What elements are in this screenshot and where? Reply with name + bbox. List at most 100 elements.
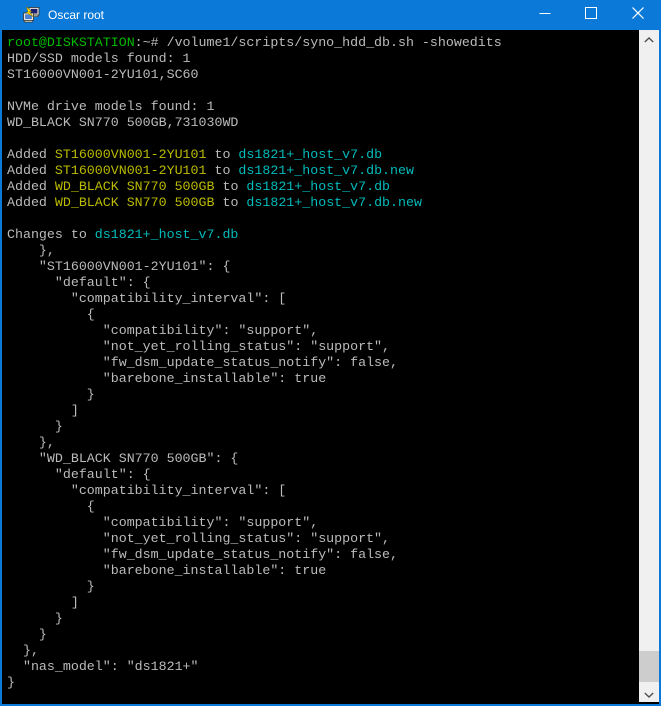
terminal-line: "WD_BLACK SN770 500GB": {	[7, 451, 639, 467]
terminal-text-segment: "compatibility_interval": [	[7, 291, 286, 306]
putty-terminal-icon[interactable]	[22, 6, 40, 24]
terminal-output[interactable]: root@DISKSTATION:~# /volume1/scripts/syn…	[2, 30, 639, 702]
terminal-line: "nas_model": "ds1821+"	[7, 659, 639, 675]
terminal-line: root@DISKSTATION:~# /volume1/scripts/syn…	[7, 35, 639, 51]
terminal-line: Added ST16000VN001-2YU101 to ds1821+_hos…	[7, 163, 639, 179]
terminal-text-segment: "ST16000VN001-2YU101": {	[7, 259, 230, 274]
terminal-line: },	[7, 643, 639, 659]
terminal-text-segment: "compatibility": "support",	[7, 323, 318, 338]
terminal-text-segment: WD_BLACK SN770 500GB	[55, 195, 215, 210]
terminal-text-segment: NVMe drive models found: 1	[7, 99, 214, 114]
terminal-text-segment: ST16000VN001-2YU101	[55, 147, 207, 162]
terminal-text-segment: },	[7, 243, 55, 258]
terminal-text-segment: ds1821+_host_v7.db.new	[238, 163, 414, 178]
terminal-line: "default": {	[7, 275, 639, 291]
terminal-text-segment: "fw_dsm_update_status_notify": false,	[7, 547, 398, 562]
scrollbar-thumb[interactable]	[639, 651, 659, 682]
chevron-down-icon	[644, 685, 654, 703]
terminal-text-segment: ST16000VN001-2YU101	[55, 163, 207, 178]
minimize-icon	[539, 6, 551, 24]
close-icon	[632, 6, 644, 24]
terminal-line: }	[7, 579, 639, 595]
terminal-text-segment: Added	[7, 195, 55, 210]
maximize-button[interactable]	[568, 0, 615, 30]
terminal-text-segment: "default": {	[7, 275, 151, 290]
chevron-up-icon	[644, 30, 654, 48]
minimize-button[interactable]	[522, 0, 569, 30]
maximize-icon	[585, 6, 597, 24]
terminal-text-segment: }	[7, 627, 47, 642]
terminal-text-segment: "barebone_installable": true	[7, 563, 326, 578]
terminal-line: }	[7, 387, 639, 403]
terminal-line: "not_yet_rolling_status": "support",	[7, 531, 639, 547]
terminal-text-segment: ds1821+_host_v7.db	[95, 227, 239, 242]
terminal-text-segment: "barebone_installable": true	[7, 371, 326, 386]
terminal-text-segment: "fw_dsm_update_status_notify": false,	[7, 355, 398, 370]
terminal-line: },	[7, 435, 639, 451]
terminal-text-segment: },	[7, 435, 55, 450]
terminal-line: }	[7, 627, 639, 643]
terminal-text-segment: ds1821+_host_v7.db.new	[246, 195, 422, 210]
terminal-text-segment: HDD/SSD models found: 1	[7, 51, 191, 66]
terminal-line: Added ST16000VN001-2YU101 to ds1821+_hos…	[7, 147, 639, 163]
terminal-text-segment: root@DISKSTATION	[7, 35, 135, 50]
terminal-text-segment: to	[214, 195, 246, 210]
terminal-line: "not_yet_rolling_status": "support",	[7, 339, 639, 355]
terminal-line: "compatibility": "support",	[7, 515, 639, 531]
terminal-line: "compatibility_interval": [	[7, 483, 639, 499]
terminal-line	[7, 83, 639, 99]
terminal-line: "barebone_installable": true	[7, 371, 639, 387]
terminal-text-segment: "not_yet_rolling_status": "support",	[7, 339, 390, 354]
terminal-text-segment: }	[7, 387, 95, 402]
terminal-text-segment: }	[7, 675, 15, 690]
terminal-line: {	[7, 307, 639, 323]
terminal-line: "compatibility": "support",	[7, 323, 639, 339]
scrollbar[interactable]	[639, 30, 659, 702]
terminal-text-segment: WD_BLACK SN770 500GB,731030WD	[7, 115, 238, 130]
window-title: Oscar root	[48, 8, 522, 22]
terminal-text-segment: "compatibility": "support",	[7, 515, 318, 530]
terminal-line: }	[7, 611, 639, 627]
terminal-text-segment: "compatibility_interval": [	[7, 483, 286, 498]
caption-buttons	[522, 0, 661, 30]
title-bar[interactable]: Oscar root	[0, 0, 661, 30]
terminal-line	[7, 211, 639, 227]
scroll-up-button[interactable]	[639, 30, 659, 47]
terminal-line: Added WD_BLACK SN770 500GB to ds1821+_ho…	[7, 179, 639, 195]
terminal-text-segment: }	[7, 611, 63, 626]
scrollbar-track[interactable]	[639, 47, 659, 685]
terminal-line: }	[7, 675, 639, 691]
terminal-text-segment: Added	[7, 179, 55, 194]
terminal-text-segment: ds1821+_host_v7.db	[238, 147, 382, 162]
scroll-down-button[interactable]	[639, 685, 659, 702]
terminal-line: Added WD_BLACK SN770 500GB to ds1821+_ho…	[7, 195, 639, 211]
terminal-line	[7, 131, 639, 147]
terminal-text-segment: to	[207, 147, 239, 162]
terminal-text-segment: "WD_BLACK SN770 500GB": {	[7, 451, 238, 466]
terminal-line: }	[7, 419, 639, 435]
terminal-line: WD_BLACK SN770 500GB,731030WD	[7, 115, 639, 131]
terminal-text-segment: WD_BLACK SN770 500GB	[55, 179, 215, 194]
terminal-text-segment: "nas_model": "ds1821+"	[7, 659, 199, 674]
terminal-line: NVMe drive models found: 1	[7, 99, 639, 115]
terminal-line: "ST16000VN001-2YU101": {	[7, 259, 639, 275]
terminal-line: ]	[7, 403, 639, 419]
terminal-text-segment: to	[214, 179, 246, 194]
terminal-line: "barebone_installable": true	[7, 563, 639, 579]
terminal-text-segment: to	[207, 163, 239, 178]
terminal-text-segment: Added	[7, 147, 55, 162]
terminal-line: "compatibility_interval": [	[7, 291, 639, 307]
terminal-text-segment: ST16000VN001-2YU101,SC60	[7, 67, 199, 82]
window-client-area: root@DISKSTATION:~# /volume1/scripts/syn…	[2, 30, 659, 702]
terminal-text-segment: },	[7, 643, 39, 658]
terminal-line: Changes to ds1821+_host_v7.db	[7, 227, 639, 243]
terminal-line: {	[7, 499, 639, 515]
terminal-line: "fw_dsm_update_status_notify": false,	[7, 547, 639, 563]
terminal-text-segment: Changes to	[7, 227, 95, 242]
terminal-line: HDD/SSD models found: 1	[7, 51, 639, 67]
terminal-line: ]	[7, 595, 639, 611]
terminal-line: "default": {	[7, 467, 639, 483]
close-button[interactable]	[615, 0, 661, 30]
terminal-text-segment: {	[7, 499, 95, 514]
terminal-text-segment: }	[7, 419, 63, 434]
